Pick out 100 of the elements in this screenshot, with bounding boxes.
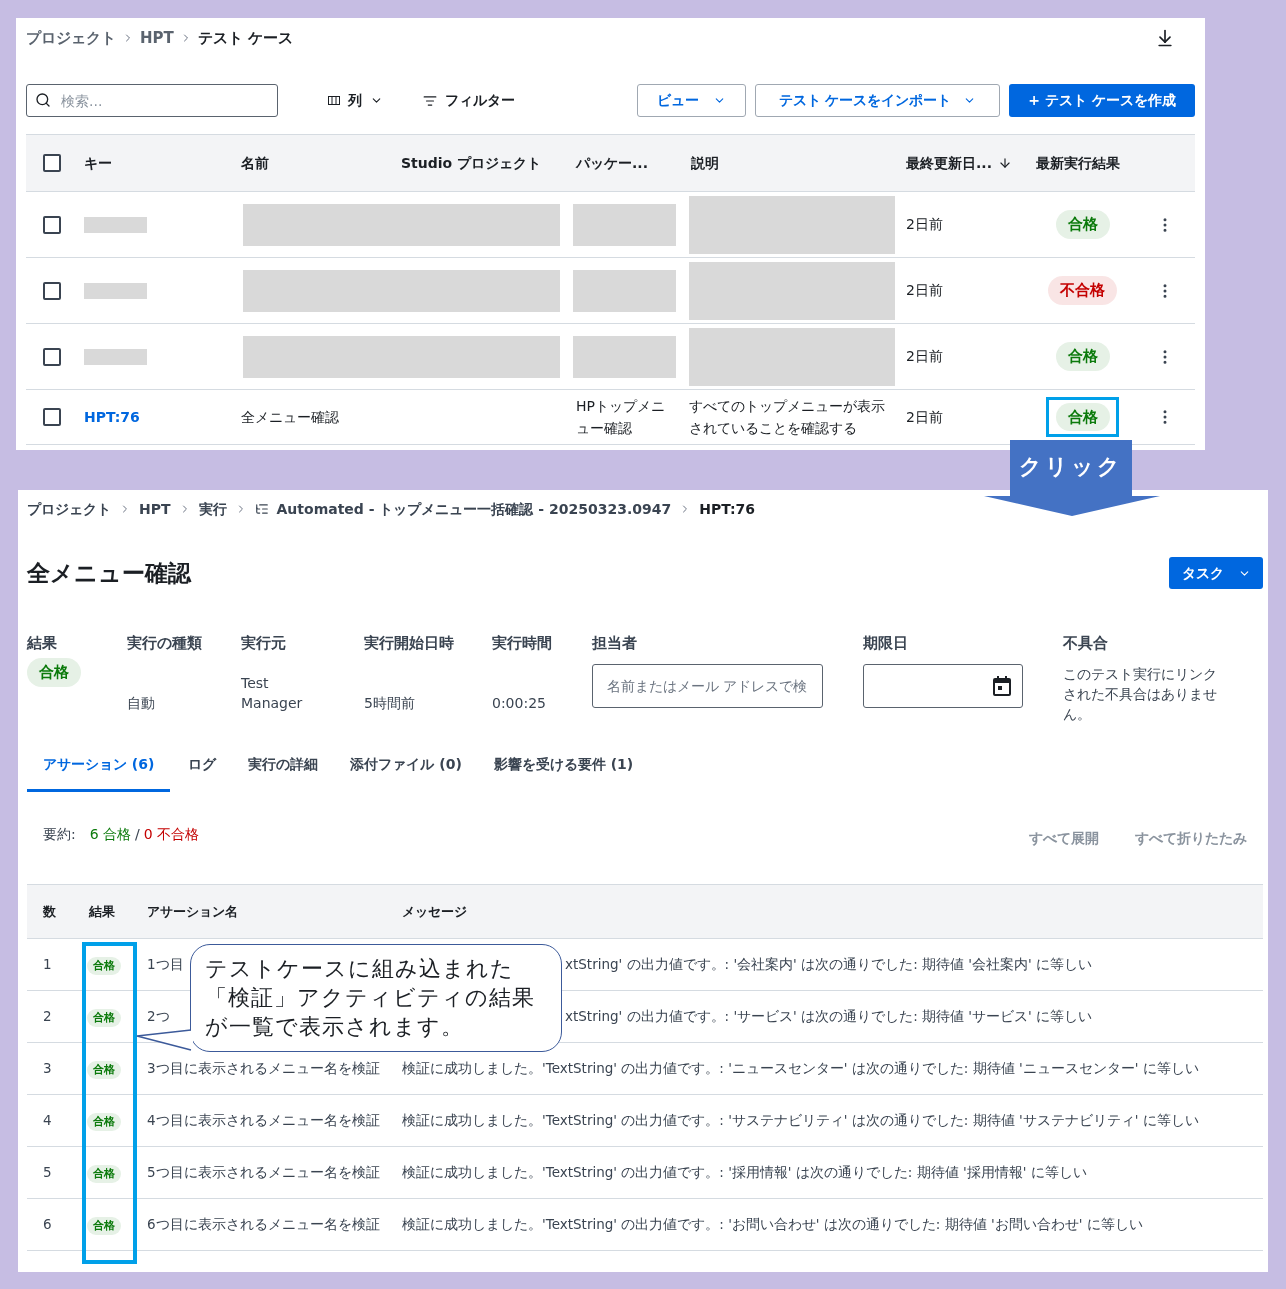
assertion-name: 5つ目に表示されるメニュー名を検証 [147, 1164, 380, 1181]
tab[interactable]: アサーション (6) [27, 740, 171, 792]
breadcrumb-item[interactable]: プロジェクト [27, 498, 111, 520]
row-number: 5 [43, 1164, 52, 1181]
field-value: Test Manager [241, 674, 304, 713]
result-status: 合格 [1055, 210, 1110, 239]
result-status: 合格 [87, 1164, 121, 1184]
breadcrumb-item[interactable]: HPT [139, 498, 171, 520]
search-field[interactable]: 検索... [26, 84, 278, 117]
callout-pointer [136, 1029, 193, 1052]
column-header[interactable]: Studio プロジェクト [401, 152, 542, 174]
assertion-message: 検証に成功しました。'TextString' の出力値です。: 'サステナビリティ' は次の通りでした: 期待値 'サステナビリティ' に等しい [402, 1112, 1199, 1129]
column-header[interactable]: 最新実行結果 [1036, 152, 1120, 174]
row-number: 3 [43, 1060, 52, 1077]
assertion-name: 1つ目 [147, 956, 184, 973]
result-status: 合格 [87, 1008, 121, 1028]
package-name: HPトップメニュー確認 [576, 397, 666, 438]
list-icon [254, 502, 269, 516]
calendar-icon[interactable] [993, 676, 1011, 696]
tab[interactable]: 添付ファイル (0) [334, 740, 478, 792]
callout: テストケースに組み込まれた「検証」アクティビティの結果が一覧で表示されます。 [190, 944, 562, 1052]
filter-icon [423, 93, 437, 108]
view-button[interactable]: ビュー [637, 84, 746, 117]
tab[interactable]: 実行の詳細 [232, 740, 335, 792]
breadcrumb-item[interactable]: プロジェクト [26, 26, 116, 50]
redacted-block [84, 348, 147, 365]
checkbox[interactable] [43, 154, 61, 172]
result-status: 合格 [87, 1216, 121, 1236]
updated-date: 2日前 [906, 216, 943, 232]
columns-button[interactable]: 列 [328, 90, 383, 111]
field-label: 不具合 [1063, 633, 1109, 654]
breadcrumb-item: HPT:76 [699, 499, 756, 519]
due-date-field[interactable] [863, 664, 1023, 708]
row-number: 2 [43, 1008, 52, 1025]
search-icon [35, 92, 51, 108]
separator: / [135, 824, 140, 844]
assertion-message: xtString' の出力値です。: '会社案内' は次の通りでした: 期待値 '会社案内' に等しい [565, 956, 1092, 973]
breadcrumb-item[interactable]: HPT [140, 26, 174, 50]
page-title: 全メニュー確認 [27, 558, 191, 588]
result-status: 合格 [87, 956, 121, 976]
breadcrumb-item: テスト ケース [197, 27, 293, 49]
redacted-block [84, 216, 147, 233]
updated-date: 2日前 [906, 348, 943, 364]
failed-count: 0 不合格 [143, 824, 200, 844]
result-status: 合格 [1055, 402, 1110, 432]
redacted-block [84, 282, 147, 299]
field-label: 結果 [27, 633, 58, 654]
create-button[interactable]: + テスト ケースを作成 [1009, 84, 1195, 117]
checkbox[interactable] [43, 347, 61, 366]
field-label: 実行の種類 [127, 633, 203, 654]
row-number: 4 [43, 1112, 52, 1129]
test-case-key-link[interactable]: HPT:76 [84, 408, 140, 425]
updated-date: 2日前 [906, 282, 943, 298]
import-button[interactable]: テスト ケースをインポート [755, 84, 1000, 117]
tab[interactable]: ログ [172, 740, 233, 792]
field-label: 実行元 [241, 633, 287, 654]
result-status: 合格 [27, 658, 81, 687]
checkbox[interactable] [43, 215, 61, 234]
row-number: 6 [43, 1216, 52, 1233]
field-label: 実行時間 [492, 633, 553, 654]
result-status: 合格 [87, 1060, 121, 1080]
result-status: 合格 [1055, 342, 1110, 371]
column-header: アサーション名 [147, 903, 238, 919]
task-button[interactable]: タスク [1169, 557, 1263, 589]
checkbox[interactable] [43, 281, 61, 300]
column-header: 結果 [89, 903, 115, 919]
checkbox[interactable] [43, 408, 61, 426]
breadcrumb-item[interactable]: Automated - トップメニュー一括確認 - 20250323.0947 [276, 498, 672, 520]
updated-date: 2日前 [906, 408, 943, 425]
breadcrumb-item[interactable]: 実行 [198, 498, 227, 520]
result-status: 不合格 [1048, 276, 1117, 305]
column-header[interactable]: 名前 [241, 152, 269, 174]
download-icon[interactable] [1155, 28, 1175, 48]
column-header[interactable]: 説明 [691, 152, 719, 174]
column-header[interactable]: キー [84, 152, 112, 174]
description-text: すべてのトップメニューが表示されていることを確認する [689, 397, 886, 438]
assertion-message: 検証に成功しました。'TextString' の出力値です。: 'お問い合わせ' は次の通りでした: 期待値 'お問い合わせ' に等しい [402, 1216, 1143, 1233]
column-header: 数 [43, 903, 56, 919]
filter-button[interactable]: フィルター [423, 90, 515, 111]
assertion-message: 検証に成功しました。'TextString' の出力値です。: '採用情報' は次の通りでした: 期待値 '採用情報' に等しい [402, 1164, 1087, 1181]
field-label: 期限日 [863, 633, 909, 654]
column-header[interactable]: 最終更新日... [906, 152, 992, 174]
assertion-message: xtString' の出力値です。: 'サービス' は次の通りでした: 期待値 'サービス' に等しい [565, 1008, 1092, 1025]
assertion-name: 3つ目に表示されるメニュー名を検証 [147, 1060, 380, 1077]
row-number: 1 [43, 956, 52, 973]
click-label: クリック [1018, 453, 1124, 481]
field-value: 5時間前 [364, 694, 416, 713]
test-case-name: 全メニュー確認 [241, 408, 339, 425]
field-value: 自動 [127, 694, 156, 713]
field-value: このテスト実行にリンクされた不具合はありません。 [1063, 665, 1218, 724]
tab[interactable]: 影響を受ける要件 (1) [477, 740, 650, 792]
assignee-field[interactable]: 名前またはメール アドレスで検 [592, 664, 823, 708]
column-header[interactable]: パッケー... [576, 152, 648, 174]
sort-down-icon[interactable] [997, 156, 1012, 170]
assertion-name: 2つ [147, 1008, 170, 1025]
assertion-name: 4つ目に表示されるメニュー名を検証 [147, 1112, 380, 1129]
summary-label: 要約: [43, 824, 76, 844]
passed-count: 6 合格 [89, 824, 132, 844]
assertion-name: 6つ目に表示されるメニュー名を検証 [147, 1216, 380, 1233]
column-header: メッセージ [402, 903, 467, 919]
